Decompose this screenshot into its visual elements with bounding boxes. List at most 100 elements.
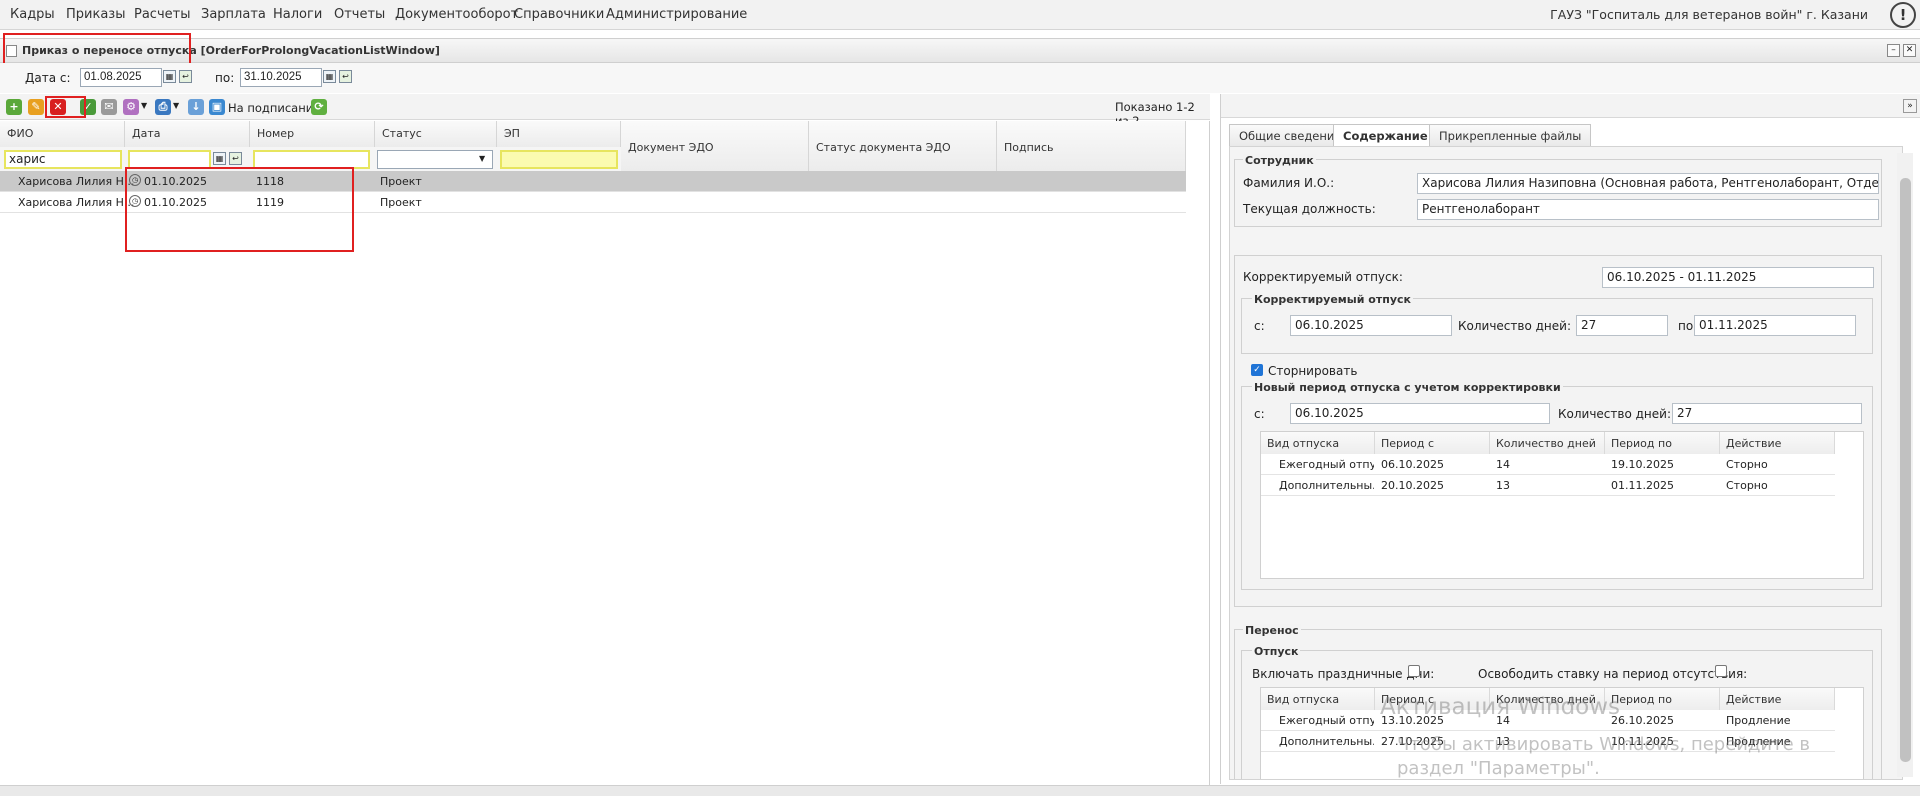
new-days-field[interactable]: 27 (1672, 403, 1862, 424)
menu-administrirovanie[interactable]: Администрирование (606, 7, 747, 22)
clear-date-icon[interactable]: ↩ (229, 152, 242, 165)
sub-col-days[interactable]: Количество дней (1490, 432, 1605, 454)
sub-col-kind[interactable]: Вид отпуска (1261, 432, 1375, 454)
chevron-down-icon[interactable]: ▼ (141, 101, 147, 110)
status-bar (0, 785, 1920, 796)
menu-otchety[interactable]: Отчеты (334, 7, 385, 22)
holidays-label: Включать праздничные дни: (1252, 667, 1435, 681)
sub-kind: Ежегодный отпуск (1279, 458, 1374, 471)
filter-ep-input[interactable] (500, 150, 618, 169)
list-item[interactable]: Ежегодный отпуск 06.10.2025 14 19.10.202… (1261, 454, 1835, 475)
clear-date-icon[interactable]: ↩ (339, 70, 352, 83)
from-label: с: (1254, 407, 1265, 421)
menu-raschety[interactable]: Расчеты (134, 7, 190, 22)
minimize-button[interactable]: – (1887, 44, 1900, 57)
date-filter-bar: Дата с: 01.08.2025 ▦ ↩ по: 31.10.2025 ▦ … (0, 63, 1920, 93)
details-panel-header: » (1221, 94, 1920, 118)
column-header-edo-status[interactable]: Статус документа ЭДО (809, 121, 997, 171)
sub-col-to[interactable]: Период по (1605, 432, 1720, 454)
calendar-icon[interactable]: ▦ (323, 70, 336, 83)
mail-icon[interactable]: ✉ (101, 99, 117, 115)
watermark-text: Чтобы активировать Windows, перейдите в … (1397, 733, 1810, 781)
storno-checkbox[interactable]: ✓ (1251, 364, 1263, 376)
corr-period-field[interactable]: 06.10.2025 - 01.11.2025 (1602, 267, 1874, 288)
window-titlebar: Приказ о переносе отпуска [OrderForProlo… (0, 38, 1920, 63)
sub-days: 14 (1496, 458, 1510, 471)
expand-icon[interactable]: » (1903, 99, 1917, 113)
column-header-date[interactable]: Дата (125, 121, 250, 147)
sub-col-kind[interactable]: Вид отпуска (1261, 688, 1375, 710)
filter-date-input[interactable] (128, 150, 211, 169)
tab-content[interactable]: Содержание (1333, 124, 1438, 147)
column-header-ep[interactable]: ЭП (497, 121, 621, 147)
orders-grid: ФИО Дата Номер Статус ЭП Документ ЭДО Ст… (0, 121, 1210, 785)
scrollbar-thumb[interactable] (1900, 178, 1911, 762)
menu-kadry[interactable]: Кадры (10, 7, 55, 22)
sub-col-from[interactable]: Период с (1375, 432, 1490, 454)
column-header-edo-document[interactable]: Документ ЭДО (621, 121, 809, 171)
refresh-icon[interactable]: ⟳ (311, 99, 327, 115)
corr-vacation-fieldset: Корректируемый отпуск с: 06.10.2025 Коли… (1241, 293, 1873, 354)
menu-zarplata[interactable]: Зарплата (201, 7, 266, 22)
settings-icon[interactable]: ⚙ (123, 99, 139, 115)
edit-icon[interactable]: ✎ (28, 99, 44, 115)
sub-col-to[interactable]: Период по (1605, 688, 1720, 710)
new-period-fieldset: Новый период отпуска с учетом корректиро… (1241, 381, 1873, 590)
filter-number-input[interactable] (253, 150, 370, 169)
menu-spravochniki[interactable]: Справочники (514, 7, 604, 22)
tab-files[interactable]: Прикрепленные файлы (1429, 124, 1592, 146)
column-header-fio[interactable]: ФИО (0, 121, 125, 147)
row-status: Проект (380, 175, 422, 188)
column-header-number[interactable]: Номер (250, 121, 375, 147)
list-item[interactable]: Дополнительны... 20.10.2025 13 01.11.202… (1261, 475, 1835, 496)
table-row[interactable]: Харисова Лилия Н... ◷ 01.10.2025 1119 Пр… (0, 192, 1186, 213)
approve-icon[interactable]: ✓ (80, 99, 96, 115)
column-header-status[interactable]: Статус (375, 121, 497, 147)
corr-to-field[interactable]: 01.11.2025 (1694, 315, 1856, 336)
position-field[interactable]: Рентгенолаборант (1417, 199, 1879, 220)
date-from-input[interactable]: 01.08.2025 (80, 68, 162, 87)
sub-action: Продление (1726, 714, 1791, 727)
corr-label: Корректируемый отпуск: (1243, 270, 1403, 284)
filter-fio-input[interactable]: харис (4, 150, 122, 169)
column-header-signature[interactable]: Подпись (997, 121, 1186, 171)
alert-icon[interactable]: ! (1890, 2, 1916, 28)
calendar-icon[interactable]: ▦ (213, 152, 226, 165)
menu-nalogi[interactable]: Налоги (273, 7, 322, 22)
delete-icon[interactable]: ✕ (50, 99, 66, 115)
document-icon (6, 45, 17, 57)
clock-icon: ◷ (129, 174, 141, 186)
row-status: Проект (380, 196, 422, 209)
from-label: с: (1254, 319, 1265, 333)
download-icon[interactable]: ↓ (188, 99, 204, 115)
table-row[interactable]: Харисова Лилия Н... ◷ 01.10.2025 1118 Пр… (0, 171, 1186, 192)
filter-status-select[interactable] (377, 150, 493, 169)
date-to-input[interactable]: 31.10.2025 (240, 68, 322, 87)
close-window-button[interactable]: ✕ (1903, 44, 1916, 57)
holidays-checkbox[interactable] (1408, 665, 1420, 677)
new-from-field[interactable]: 06.10.2025 (1290, 403, 1550, 424)
sub-col-action[interactable]: Действие (1720, 432, 1835, 454)
corr-days-field[interactable]: 27 (1576, 315, 1668, 336)
correction-fieldset: Корректируемый отпуск: 06.10.2025 - 01.1… (1234, 255, 1882, 607)
fio-field[interactable]: Харисова Лилия Назиповна (Основная работ… (1417, 173, 1879, 194)
chevron-down-icon[interactable]: ▼ (173, 101, 179, 110)
corr-from-field[interactable]: 06.10.2025 (1290, 315, 1452, 336)
sub-col-action[interactable]: Действие (1720, 688, 1835, 710)
sign-icon[interactable]: ▣ (209, 99, 225, 115)
sign-button[interactable]: На подписание (228, 101, 320, 115)
add-icon[interactable]: + (6, 99, 22, 115)
clear-date-icon[interactable]: ↩ (179, 70, 192, 83)
sub-kind: Ежегодный отпуск (1279, 714, 1374, 727)
menu-dokumentooborot[interactable]: Документооборот (395, 7, 518, 22)
sub-to: 19.10.2025 (1611, 458, 1674, 471)
content-area: Сотрудник Фамилия И.О.: Харисова Лилия Н… (1229, 146, 1903, 780)
storno-label: Сторнировать (1268, 364, 1358, 378)
menu-prikazy[interactable]: Приказы (66, 7, 125, 22)
employee-legend: Сотрудник (1243, 154, 1316, 167)
free-rate-checkbox[interactable] (1715, 665, 1727, 677)
calendar-icon[interactable]: ▦ (163, 70, 176, 83)
print-icon[interactable]: ⎙ (155, 99, 171, 115)
row-date: 01.10.2025 (144, 196, 207, 209)
chevron-down-icon[interactable]: ▼ (479, 154, 485, 163)
